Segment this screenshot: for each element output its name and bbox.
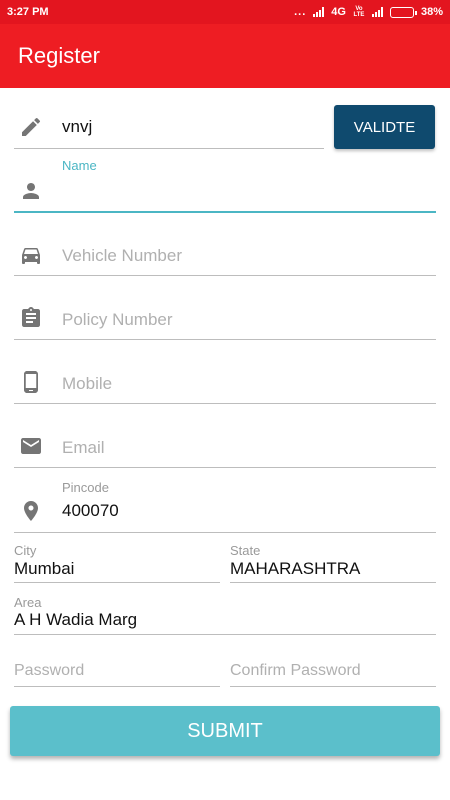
validate-code-value: vnvj (62, 117, 93, 136)
person-icon (18, 178, 44, 204)
status-bar: 3:27 PM ... 4G Vo LTE 38% (0, 0, 450, 24)
phone-icon (18, 369, 44, 395)
pincode-label: Pincode (62, 480, 109, 495)
password-field[interactable]: Password (14, 652, 220, 687)
name-label: Name (62, 158, 97, 173)
password-placeholder: Password (14, 662, 85, 679)
state-value: MAHARASHTRA (230, 559, 361, 578)
state-field[interactable]: State MAHARASHTRA (230, 542, 436, 583)
vehicle-number-field[interactable]: Vehicle Number (14, 228, 436, 276)
submit-button[interactable]: SUBMIT (10, 706, 440, 756)
battery-icon (389, 6, 417, 18)
state-label: State (230, 543, 261, 558)
car-icon (18, 242, 44, 268)
field-underline (14, 403, 436, 404)
field-underline (14, 339, 436, 340)
policy-number-placeholder: Policy Number (62, 310, 173, 329)
field-underline (14, 634, 436, 635)
city-label: City (14, 543, 37, 558)
field-underline (14, 532, 436, 533)
area-field[interactable]: Area A H Wadia Marg (14, 594, 436, 635)
field-underline (230, 582, 436, 583)
status-icons: ... 4G Vo LTE 38% (294, 6, 443, 18)
confirm-password-placeholder: Confirm Password (230, 662, 361, 679)
field-underline-focused (14, 211, 436, 213)
vehicle-number-placeholder: Vehicle Number (62, 246, 183, 265)
name-field[interactable]: Name (14, 156, 436, 213)
pincode-value: 400070 (62, 501, 119, 520)
area-label: Area (14, 595, 42, 610)
more-dots-icon: ... (294, 6, 307, 18)
field-underline (14, 148, 324, 149)
mobile-placeholder: Mobile (62, 374, 113, 393)
field-underline (230, 686, 436, 687)
signal-icon-2 (371, 7, 383, 17)
battery-percent: 38% (420, 6, 443, 18)
pencil-icon (18, 114, 44, 140)
app-bar: Register (0, 24, 450, 88)
clipboard-icon (18, 305, 44, 331)
pincode-field[interactable]: Pincode 400070 (14, 478, 436, 533)
field-underline (14, 275, 436, 276)
email-placeholder: Email (62, 438, 105, 457)
validate-button[interactable]: VALIDTE (334, 105, 435, 149)
confirm-password-field[interactable]: Confirm Password (230, 652, 436, 687)
status-time: 3:27 PM (7, 6, 49, 18)
field-underline (14, 582, 220, 583)
location-pin-icon (18, 498, 44, 524)
city-field[interactable]: City Mumbai (14, 542, 220, 583)
field-underline (14, 467, 436, 468)
area-value: A H Wadia Marg (14, 610, 138, 629)
mail-icon (18, 433, 44, 459)
page-title: Register (18, 43, 100, 68)
network-type: 4G (331, 6, 346, 18)
signal-icon (313, 7, 325, 17)
city-value: Mumbai (14, 559, 75, 578)
policy-number-field[interactable]: Policy Number (14, 292, 436, 340)
email-field[interactable]: Email (14, 420, 436, 468)
volte-icon: Vo LTE (353, 6, 365, 18)
field-underline (14, 686, 220, 687)
mobile-field[interactable]: Mobile (14, 356, 436, 404)
validate-code-field[interactable]: vnvj (14, 100, 324, 149)
